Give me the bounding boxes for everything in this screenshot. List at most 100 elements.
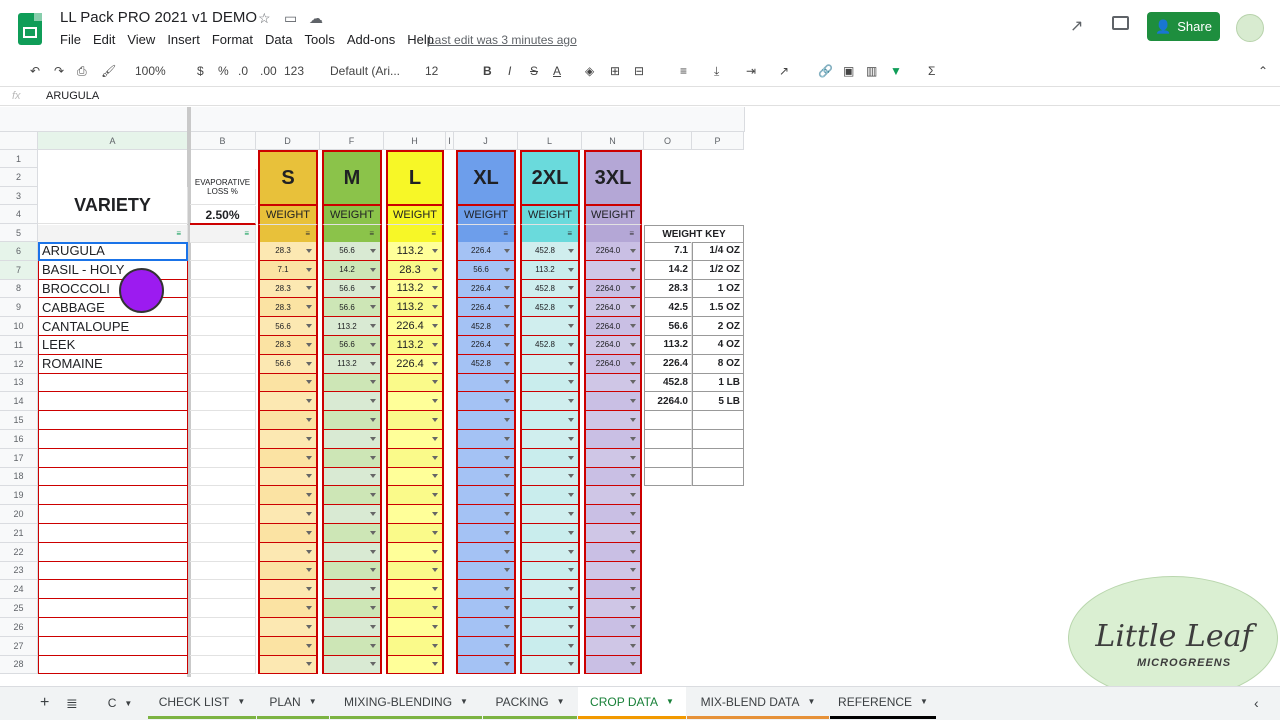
weight-dropdown-cell[interactable] [322, 505, 382, 524]
weight-dropdown-cell[interactable] [322, 430, 382, 449]
filter-icon[interactable]: ≡ [244, 229, 249, 238]
dropdown-arrow-icon[interactable] [370, 286, 376, 291]
filter-cell[interactable]: ≡ [520, 225, 580, 243]
dropdown-arrow-icon[interactable] [568, 493, 574, 498]
weight-dropdown-cell[interactable]: 226.4 [456, 242, 516, 261]
variety-cell[interactable] [38, 636, 188, 656]
weight-dropdown-cell[interactable]: 2264.0 [584, 279, 642, 299]
weight-dropdown-cell[interactable] [456, 486, 516, 506]
variety-cell[interactable] [38, 411, 188, 430]
weight-dropdown-cell[interactable]: 113.2 [386, 242, 444, 261]
variety-cell[interactable] [38, 580, 188, 600]
dropdown-arrow-icon[interactable] [306, 455, 312, 460]
dropdown-arrow-icon[interactable] [568, 549, 574, 554]
variety-cell[interactable] [38, 392, 188, 412]
borders-icon[interactable]: ⊞ [610, 64, 620, 78]
all-sheets-icon[interactable]: ≣ [66, 695, 78, 712]
move-folder-icon[interactable]: ▭ [284, 10, 297, 27]
weight-dropdown-cell[interactable]: 113.2 [386, 279, 444, 299]
weight-dropdown-cell[interactable] [386, 636, 444, 656]
weight-dropdown-cell[interactable] [456, 505, 516, 524]
dropdown-arrow-icon[interactable] [568, 286, 574, 291]
row-header[interactable]: 16 [0, 430, 38, 449]
weight-dropdown-cell[interactable] [584, 636, 642, 656]
dropdown-arrow-icon[interactable] [306, 549, 312, 554]
weight-dropdown-cell[interactable] [520, 317, 580, 336]
dropdown-arrow-icon[interactable] [568, 643, 574, 648]
row-header[interactable]: 14 [0, 392, 38, 412]
dropdown-arrow-icon[interactable] [630, 342, 636, 347]
weight-dropdown-cell[interactable] [386, 448, 444, 468]
font-size-select[interactable]: 12 [425, 64, 438, 78]
dropdown-arrow-icon[interactable] [432, 399, 438, 404]
dropdown-arrow-icon[interactable] [504, 436, 510, 441]
weight-dropdown-cell[interactable] [322, 618, 382, 637]
spreadsheet-grid[interactable]: A B D F H I J L N O P 1 2 3 4 5 6 7 8 9 10 11 12 13 14 15 16 17 18 19… [0, 107, 1270, 677]
weight-dropdown-cell[interactable]: 452.8 [520, 279, 580, 299]
dropdown-arrow-icon[interactable] [504, 305, 510, 310]
row-header[interactable]: 19 [0, 486, 38, 506]
dropdown-arrow-icon[interactable] [370, 493, 376, 498]
cloud-status-icon[interactable]: ☁ [309, 10, 323, 27]
dropdown-arrow-icon[interactable] [504, 512, 510, 517]
weight-dropdown-cell[interactable]: 2264.0 [584, 354, 642, 374]
dropdown-arrow-icon[interactable] [432, 587, 438, 592]
weight-dropdown-cell[interactable] [258, 373, 318, 393]
weight-dropdown-cell[interactable] [386, 618, 444, 637]
weight-dropdown-cell[interactable] [258, 505, 318, 524]
dropdown-arrow-icon[interactable] [432, 305, 438, 310]
filter-cell[interactable]: ≡ [258, 225, 318, 243]
dropdown-arrow-icon[interactable] [370, 624, 376, 629]
row-header[interactable]: 10 [0, 317, 38, 336]
weight-dropdown-cell[interactable]: 452.8 [456, 317, 516, 336]
dropdown-arrow-icon[interactable] [306, 662, 312, 667]
paint-format-icon[interactable]: 🖌 [101, 64, 116, 78]
variety-cell[interactable] [38, 505, 188, 524]
dropdown-arrow-icon[interactable] [432, 493, 438, 498]
dropdown-arrow-icon[interactable] [568, 267, 574, 272]
variety-cell[interactable]: CABBAGE [38, 298, 188, 318]
align-horizontal-icon[interactable]: ≡ [680, 64, 687, 78]
variety-cell[interactable] [38, 655, 188, 675]
align-vertical-icon[interactable]: ⤓ [714, 64, 719, 79]
dropdown-arrow-icon[interactable] [370, 512, 376, 517]
text-rotation-icon[interactable]: ↗ [779, 64, 789, 78]
dropdown-arrow-icon[interactable] [630, 643, 636, 648]
dropdown-arrow-icon[interactable] [432, 361, 438, 366]
variety-cell[interactable]: CANTALOUPE [38, 317, 188, 336]
weight-dropdown-cell[interactable] [520, 580, 580, 600]
weight-dropdown-cell[interactable] [456, 467, 516, 487]
filter-icon[interactable]: ≡ [369, 229, 374, 238]
collapse-toolbar-icon[interactable]: ⌃ [1258, 64, 1268, 78]
document-title[interactable]: LL Pack PRO 2021 v1 DEMO [60, 9, 257, 26]
weight-dropdown-cell[interactable] [386, 599, 444, 618]
dropdown-arrow-icon[interactable] [306, 324, 312, 329]
weight-dropdown-cell[interactable] [386, 655, 444, 675]
weight-dropdown-cell[interactable] [584, 467, 642, 487]
weight-dropdown-cell[interactable] [584, 561, 642, 581]
dropdown-arrow-icon[interactable] [306, 568, 312, 573]
weight-dropdown-cell[interactable] [258, 448, 318, 468]
weight-dropdown-cell[interactable] [584, 542, 642, 562]
column-header[interactable]: L [518, 132, 582, 150]
dropdown-arrow-icon[interactable] [432, 624, 438, 629]
weight-dropdown-cell[interactable] [456, 373, 516, 393]
dropdown-arrow-icon[interactable] [504, 361, 510, 366]
row-header[interactable]: 1 [0, 150, 38, 168]
weight-dropdown-cell[interactable] [322, 636, 382, 656]
dropdown-arrow-icon[interactable] [504, 342, 510, 347]
row-header[interactable]: 20 [0, 505, 38, 524]
dropdown-arrow-icon[interactable] [568, 662, 574, 667]
weight-dropdown-cell[interactable]: 56.6 [322, 298, 382, 318]
filter-icon[interactable]: ≡ [629, 229, 634, 238]
dropdown-arrow-icon[interactable] [504, 399, 510, 404]
dropdown-arrow-icon[interactable] [306, 342, 312, 347]
dropdown-arrow-icon[interactable] [504, 568, 510, 573]
dropdown-arrow-icon[interactable] [306, 530, 312, 535]
weight-dropdown-cell[interactable]: 452.8 [520, 242, 580, 261]
weight-dropdown-cell[interactable] [258, 392, 318, 412]
dropdown-arrow-icon[interactable] [504, 643, 510, 648]
fill-color-icon[interactable]: ◈ [585, 64, 594, 78]
weight-dropdown-cell[interactable]: 113.2 [386, 336, 444, 355]
row-header[interactable]: 11 [0, 336, 38, 355]
